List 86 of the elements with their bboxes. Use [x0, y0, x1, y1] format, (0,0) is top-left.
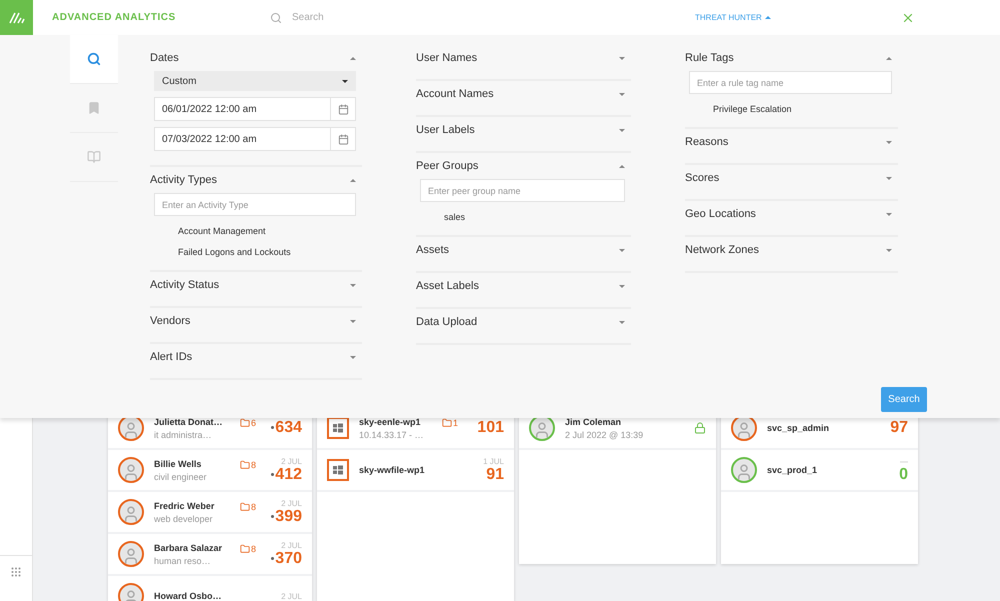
user-name: Julietta Donat…: [154, 416, 224, 426]
filter-option[interactable]: sales: [416, 206, 631, 227]
date-field[interactable]: 07/03/2022 12:00 am: [154, 127, 356, 151]
search-field[interactable]: Enter an Activity Type: [154, 193, 356, 216]
date-field[interactable]: 06/01/2022 12:00 am: [154, 97, 356, 121]
folder-count: 8: [240, 544, 256, 554]
account-name: svc_sp_admin: [767, 423, 830, 433]
filter-header[interactable]: Geo Locations: [685, 201, 898, 227]
filter-header[interactable]: Alert IDs: [150, 344, 362, 370]
caret-icon: [619, 284, 625, 288]
avatar-icon: [118, 499, 144, 525]
risk-score: 0: [899, 466, 908, 484]
user-name: Howard Osbo…: [154, 591, 223, 601]
folder-count: 8: [240, 460, 256, 470]
caret-icon: [619, 320, 625, 324]
filter-header[interactable]: Activity Types: [150, 167, 362, 193]
range-dropdown[interactable]: Custom: [154, 71, 356, 91]
filter-header[interactable]: Account Names: [416, 81, 631, 107]
caret-icon: [350, 284, 356, 286]
user-name: Jim Coleman: [565, 416, 622, 426]
search-icon: [270, 12, 282, 24]
user-name: Billie Wells: [154, 458, 202, 468]
caret-icon: [619, 164, 625, 168]
filter-header[interactable]: Network Zones: [685, 237, 898, 263]
caret-icon: [619, 92, 625, 96]
event-date: 2 JUL: [281, 540, 302, 550]
user-name: Fredric Weber: [154, 500, 216, 510]
filter-option[interactable]: Failed Logons and Lockouts: [150, 241, 362, 262]
windows-icon: [327, 459, 349, 481]
filter-header[interactable]: Rule Tags: [685, 45, 898, 71]
filter-header[interactable]: User Labels: [416, 117, 631, 143]
filter-option[interactable]: Account Management: [150, 220, 362, 241]
filter-header[interactable]: Asset Labels: [416, 273, 631, 299]
user-title: human reso…: [154, 556, 212, 566]
filter-header[interactable]: Scores: [685, 165, 898, 191]
risk-score: 399: [271, 508, 302, 526]
risk-score: 91: [486, 466, 504, 484]
user-title: civil engineer: [154, 472, 208, 482]
search-field[interactable]: Enter peer group name: [420, 179, 625, 202]
search-field[interactable]: Enter a rule tag name: [689, 71, 892, 94]
caret-icon: [619, 248, 625, 252]
filter-header[interactable]: Assets: [416, 237, 631, 263]
caret-icon: [619, 56, 625, 60]
caret-icon: [350, 56, 356, 60]
filter-header[interactable]: Activity Status: [150, 272, 362, 298]
user-name: Barbara Salazar: [154, 542, 224, 552]
caret-icon: [886, 176, 892, 180]
filter-header[interactable]: Data Upload: [416, 309, 631, 335]
caret-icon: [886, 248, 892, 252]
caret-icon: [886, 56, 892, 60]
caret-icon: [886, 140, 892, 144]
avatar-icon: [118, 541, 144, 567]
asset-name: sky-wwfile-wp1: [359, 465, 426, 475]
event-date: 2 JUL: [281, 592, 302, 600]
event-date: —: [900, 456, 908, 466]
app-title: ADVANCED ANALYTICS: [52, 12, 177, 23]
caret-icon: [350, 356, 356, 358]
filter-header[interactable]: User Names: [416, 45, 631, 71]
risk-score: 101: [477, 419, 504, 437]
avatar-icon: [118, 457, 144, 483]
caret-icon: [350, 320, 356, 322]
user-title: it administra…: [154, 430, 213, 440]
user-title: web developer: [154, 514, 214, 524]
event-date: 1 JUL: [483, 456, 504, 466]
risk-score: 370: [271, 550, 302, 568]
folder-count: 8: [240, 502, 256, 512]
search-icon[interactable]: [70, 35, 118, 84]
caret-icon: [350, 178, 356, 182]
caret-icon: [886, 212, 892, 216]
asset-address: 10.14.33.17 - …: [359, 430, 425, 440]
caret-icon: [619, 128, 625, 132]
filter-option[interactable]: Privilege Escalation: [685, 98, 898, 119]
event-date: 2 JUL: [281, 456, 302, 466]
account-name: svc_prod_1: [767, 465, 818, 475]
session-time: 2 Jul 2022 @ 13:39: [565, 430, 644, 440]
folder-count: 1: [442, 418, 458, 428]
asset-name: sky-eenle-wp1: [359, 416, 422, 426]
filter-header[interactable]: Peer Groups: [416, 153, 631, 179]
risk-score: 634: [271, 419, 302, 437]
folder-count: 6: [240, 418, 256, 428]
filter-header[interactable]: Reasons: [685, 129, 898, 155]
risk-score: 412: [271, 466, 302, 484]
event-date: 2 JUL: [281, 498, 302, 508]
risk-score: 97: [890, 419, 908, 437]
filter-header[interactable]: Vendors: [150, 308, 362, 334]
filter-header[interactable]: Dates: [150, 45, 362, 71]
